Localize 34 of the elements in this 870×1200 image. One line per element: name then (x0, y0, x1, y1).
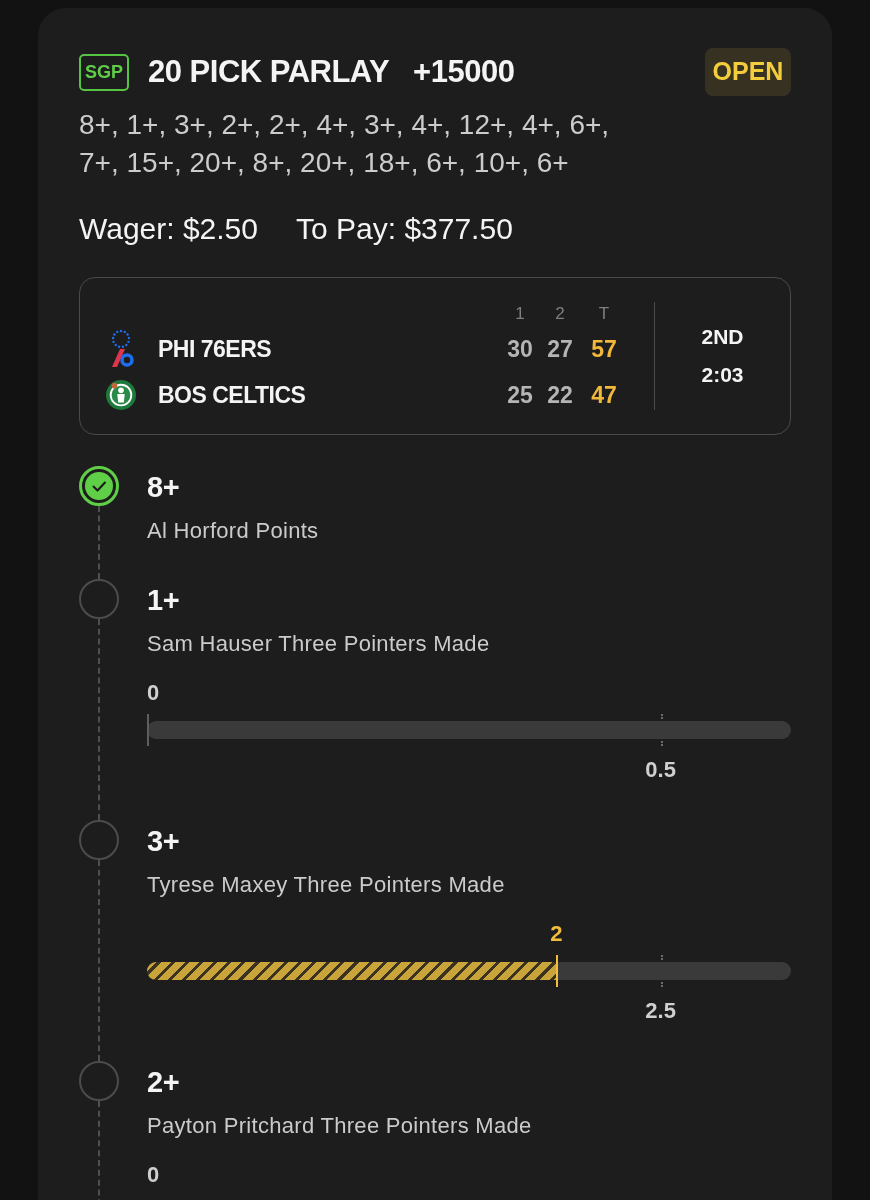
target-value: 2.5 (645, 998, 676, 1024)
period-column-header: 2 (554, 303, 566, 325)
leg-description: Al Horford Points (147, 517, 320, 545)
leg-description: Payton Pritchard Three Pointers Made (147, 1112, 533, 1140)
leg-line: 8+ (147, 470, 181, 505)
team-name: PHI 76ERS (158, 334, 272, 364)
game-period: 2ND (701, 324, 744, 350)
status-badge: OPEN (705, 48, 791, 96)
wager-amount: Wager: $2.50 (79, 211, 258, 247)
leg-line: 1+ (147, 583, 181, 618)
total-score: 57 (590, 334, 618, 364)
leg-description: Sam Hauser Three Pointers Made (147, 630, 491, 658)
period-score: 22 (546, 380, 574, 410)
current-value: 0 (147, 680, 160, 706)
leg-description: Tyrese Maxey Three Pointers Made (147, 871, 506, 899)
period-score: 30 (506, 334, 534, 364)
period-column-header: 1 (514, 303, 526, 325)
payout-amount: To Pay: $377.50 (296, 211, 513, 247)
leg-line: 2+ (147, 1065, 181, 1100)
current-value: 2 (550, 921, 563, 947)
team-name: BOS CELTICS (158, 380, 306, 410)
total-score: 47 (590, 380, 618, 410)
period-column-header: T (597, 303, 611, 325)
game-clock: 2:03 (701, 362, 744, 388)
current-value: 0 (147, 1162, 160, 1188)
bet-odds: +15000 (413, 52, 515, 91)
target-value: 0.5 (645, 757, 676, 783)
leg-line: 3+ (147, 824, 181, 859)
period-score: 25 (506, 380, 534, 410)
team-logo-icon (106, 379, 136, 411)
period-score: 27 (546, 334, 574, 364)
legs-summary: 8+, 1+, 3+, 2+, 2+, 4+, 3+, 4+, 12+, 4+, 6+, 7+, 15+, 20+, 8+, 20+, 18+, 6+, 10+, 6+ (79, 108, 611, 180)
bet-title: 20 PICK PARLAY (148, 52, 390, 91)
sgp-badge: SGP (79, 53, 129, 91)
